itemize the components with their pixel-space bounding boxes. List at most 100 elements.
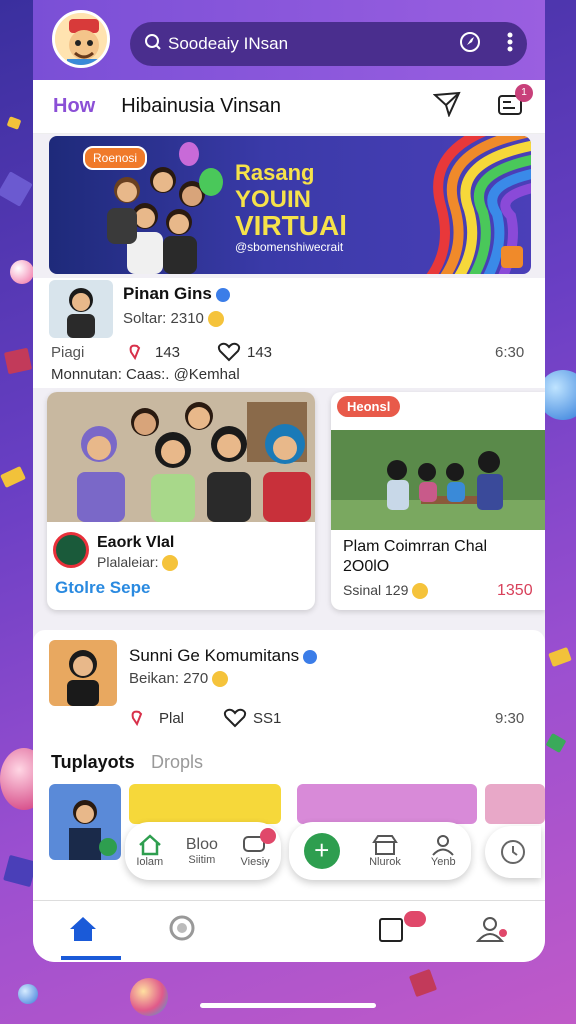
mascot-avatar-icon[interactable] [52, 10, 110, 68]
smile-emoji-icon [162, 555, 179, 572]
balloon-icon [179, 142, 199, 166]
confetti-decoration [6, 116, 22, 130]
shortcut-tray-left: Iolam Bloo Siitim Viesiy [125, 822, 281, 880]
like-button[interactable]: 143 [127, 342, 180, 362]
nav-home[interactable] [68, 915, 98, 948]
send-icon[interactable] [432, 91, 461, 122]
nav-create[interactable] [378, 911, 426, 948]
card-title: Eaork Vlal [97, 534, 175, 551]
close-icon [259, 828, 276, 844]
card-tag: Heonsl [337, 396, 401, 417]
home-icon [70, 917, 96, 941]
balloon-icon [199, 168, 223, 196]
comment-button[interactable]: 143 [217, 342, 272, 362]
promo-banner[interactable]: Roenosi Rasang YOUIN VIRTUAl @sbomenshiw… [49, 136, 531, 274]
verified-icon [215, 287, 230, 302]
search-icon [169, 915, 195, 941]
comment-count: 143 [247, 343, 273, 361]
add-button[interactable]: + [303, 833, 340, 869]
park-photo [331, 430, 545, 530]
post-subtitle: Beikan: 270 [129, 670, 229, 688]
like-count: 143 [155, 343, 181, 361]
notification-badge-icon [404, 911, 426, 927]
post-card-2[interactable]: Sunni Ge Komumitans Beikan: 270 Plal SS1… [33, 630, 545, 900]
inbox-icon[interactable]: 1 [497, 84, 533, 123]
video-thumb[interactable] [49, 784, 121, 860]
nav-profile[interactable] [475, 915, 510, 948]
shortcut-store[interactable]: Nlurok [369, 834, 401, 868]
shortcut-home[interactable]: Iolam [136, 834, 163, 868]
confetti-decoration [3, 854, 37, 888]
banner-tag: Roenosi [83, 146, 148, 170]
card-subtitle: Ssinal 129 [343, 582, 429, 600]
banner-line-1: Rasang [235, 160, 315, 185]
home-icon [138, 834, 161, 856]
comment-button[interactable]: SS1 [223, 708, 281, 728]
person-add-icon [475, 917, 507, 942]
shortcut-tray-right: + Nlurok Yenb [289, 822, 471, 880]
tab-tuplayots[interactable]: Tuplayots [51, 752, 135, 773]
plus-icon: + [314, 835, 330, 865]
verified-icon [303, 649, 318, 664]
sticker-icon [501, 246, 523, 268]
card-subtitle: Plalaleiar: [97, 554, 179, 572]
post-author: Pinan Gins [123, 284, 230, 304]
group-photo [107, 167, 205, 274]
community-logo-icon [53, 532, 89, 568]
clock-button[interactable] [485, 826, 541, 878]
text-icon: Bloo [185, 836, 218, 853]
post-avatar[interactable] [49, 280, 113, 338]
comment-count: SS1 [253, 709, 282, 727]
smile-emoji-icon [212, 671, 229, 688]
more-icon[interactable] [507, 32, 513, 57]
heart-icon [217, 342, 241, 362]
video-thumb[interactable] [297, 784, 477, 824]
card-link[interactable]: Gtolre Sepe [55, 578, 150, 598]
confetti-decoration [548, 647, 572, 667]
post-subtitle: Soltar: 2310 [123, 310, 224, 328]
video-thumb[interactable] [485, 784, 545, 824]
group-photo [47, 392, 315, 522]
post-caption: Monnutan: Caas:. @Kemhal [51, 366, 240, 383]
search-bar[interactable]: Soodeaiy INsan [130, 22, 527, 66]
bubble-decoration [18, 984, 38, 1004]
shortcut-viesiy[interactable]: Viesiy [241, 828, 276, 868]
tab-how[interactable]: How [53, 95, 95, 118]
post-time: 9:30 [495, 710, 525, 727]
like-icon [131, 710, 143, 727]
confetti-decoration [3, 347, 33, 375]
smile-emoji-icon [207, 311, 224, 328]
person-icon [432, 835, 455, 856]
shortcut-siitim[interactable]: Bloo Siitim [186, 836, 218, 866]
search-text: Soodeaiy INsan [168, 34, 289, 53]
active-tab-indicator [61, 956, 121, 960]
page-title: Hibainusia Vinsan [121, 95, 281, 117]
tab-dropls[interactable]: Dropls [151, 752, 203, 773]
confetti-decoration [0, 171, 33, 207]
like-label: Plal [159, 709, 185, 727]
post-avatar[interactable] [49, 640, 117, 706]
video-thumb[interactable] [129, 784, 281, 824]
like-icon [129, 344, 141, 361]
post-time: 6:30 [495, 344, 525, 361]
card-title-line-2: 2O0lO [343, 558, 390, 575]
banner-line-3: VIRTUAl [235, 210, 347, 241]
square-icon [379, 918, 403, 942]
nav-search[interactable] [168, 914, 198, 949]
shortcut-profile[interactable]: Yenb [430, 834, 456, 868]
compass-icon[interactable] [459, 31, 481, 58]
home-indicator [200, 1003, 376, 1008]
app-window: Soodeaiy INsan How Hibainusia Vinsan 1 R… [33, 0, 545, 962]
banner-handle: @sbomenshiwecrait [235, 240, 344, 254]
page-header: How Hibainusia Vinsan 1 [33, 80, 545, 134]
store-icon [372, 835, 398, 855]
search-icon [144, 33, 162, 56]
bubble-decoration [10, 260, 34, 284]
card-title: Plam Coimrran Chal [343, 538, 488, 555]
like-button[interactable]: Plal [129, 708, 184, 728]
post-card-1[interactable]: Pinan Gins Soltar: 2310 Piagi 143 143 6:… [33, 278, 545, 388]
smile-emoji-icon [412, 583, 429, 600]
community-card-right[interactable]: Heonsl Plam Coimrran Chal 2O0lO Ssinal 1… [331, 392, 545, 610]
community-card-left[interactable]: Eaork Vlal Plalaleiar: Gtolre Sepe [47, 392, 315, 610]
post-label: Piagi [51, 344, 85, 361]
